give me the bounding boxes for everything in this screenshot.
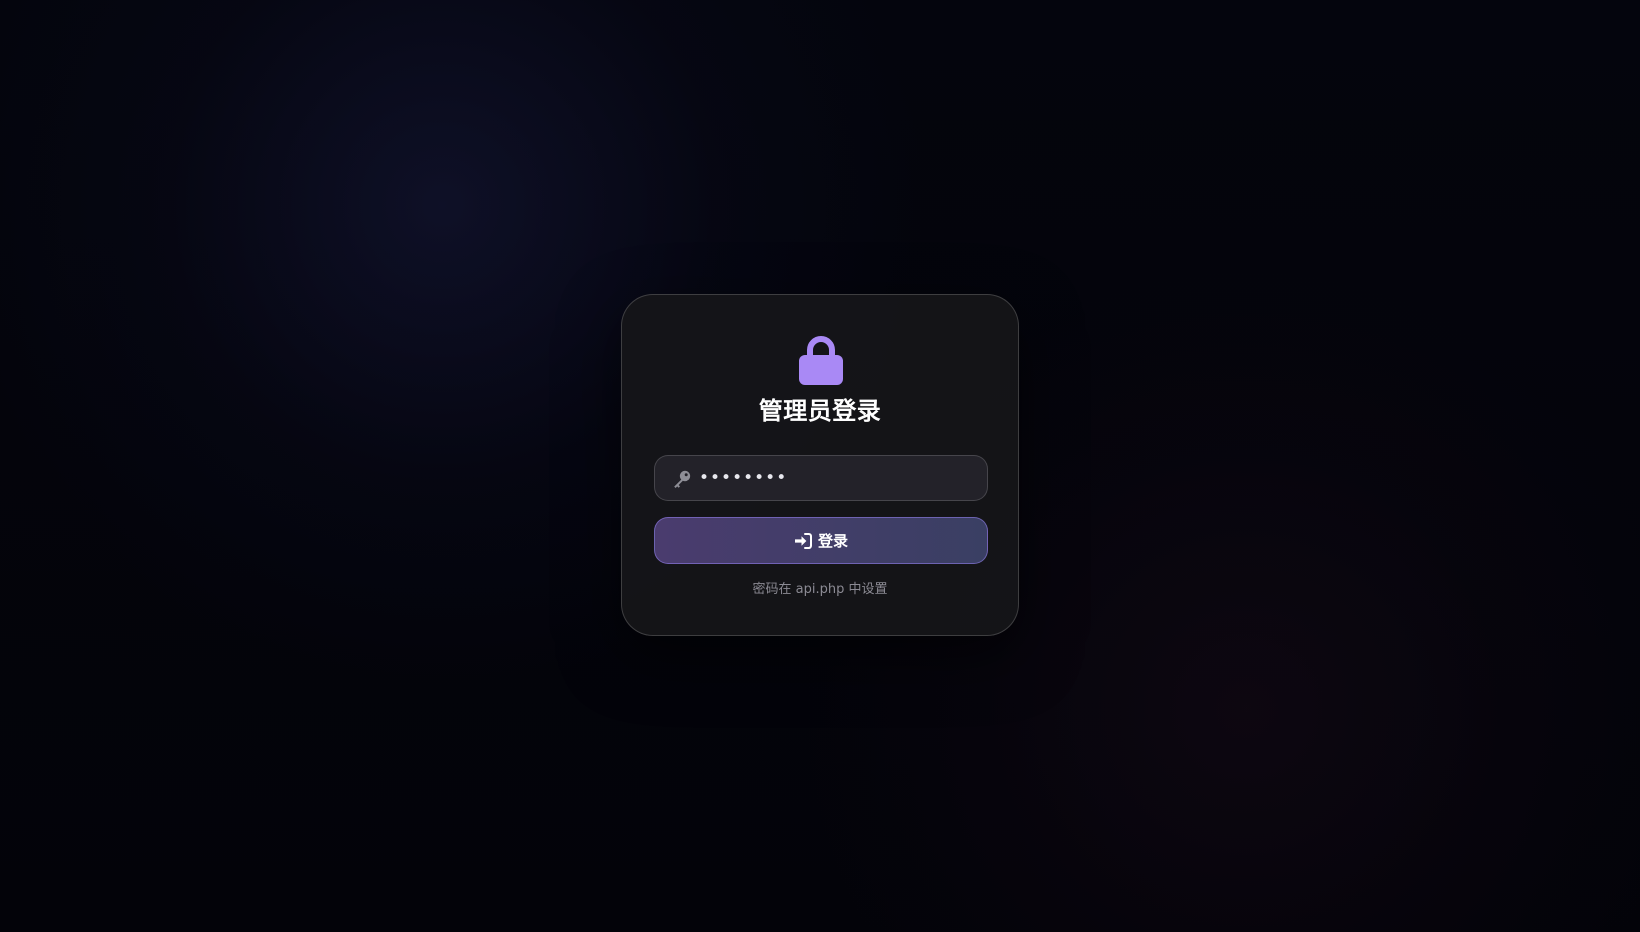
password-field[interactable]: [654, 455, 988, 501]
password-input[interactable]: [699, 456, 979, 500]
login-button-label: 登录: [817, 532, 848, 550]
key-icon: [674, 470, 691, 488]
login-button[interactable]: 登录: [654, 517, 988, 564]
page-title: 管理员登录: [758, 397, 882, 425]
login-page: { "login": { "title": "管理员登录", "password…: [0, 0, 1640, 932]
password-hint: 密码在 api.php 中设置: [752, 582, 888, 597]
lock-icon: [799, 336, 843, 385]
sign-in-icon: [794, 532, 812, 549]
login-card: 管理员登录 登录 密码在 api.php 中设置: [621, 294, 1019, 636]
